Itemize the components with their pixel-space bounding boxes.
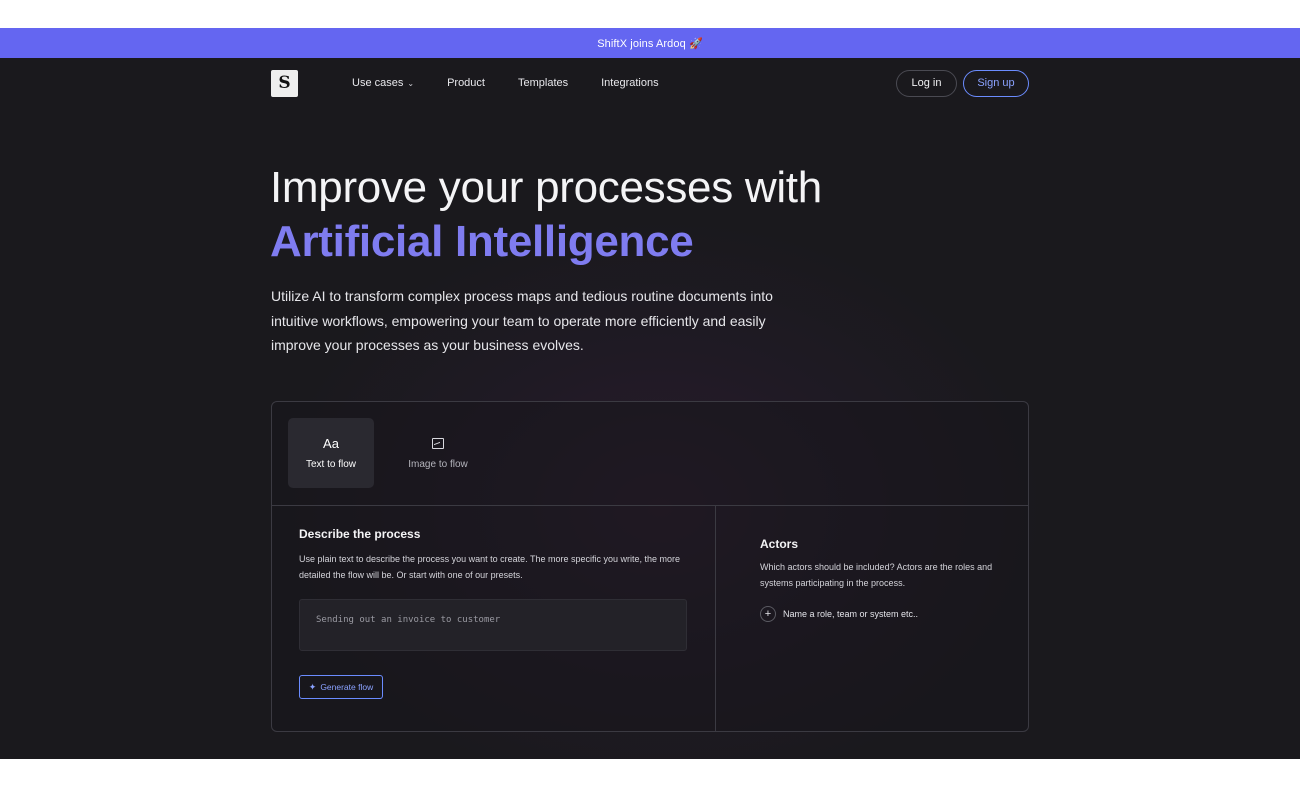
nav-links: Use cases ⌄ Product Templates Integratio… — [352, 77, 692, 89]
chevron-down-icon: ⌄ — [407, 78, 415, 88]
nav-link-product[interactable]: Product — [447, 77, 485, 89]
card-divider-horizontal — [272, 505, 1028, 506]
tab-label: Text to flow — [305, 458, 357, 470]
process-description-input[interactable]: Sending out an invoice to customer — [299, 599, 687, 651]
describe-pane: Describe the process Use plain text to d… — [299, 527, 699, 583]
generate-flow-button[interactable]: ✦ Generate flow — [299, 675, 383, 699]
auth-buttons: Log in Sign up — [896, 69, 1029, 97]
actors-title: Actors — [760, 537, 799, 551]
hero-title: Improve your processes with Artificial I… — [270, 161, 822, 269]
login-button[interactable]: Log in — [896, 69, 957, 97]
nav-link-use-cases[interactable]: Use cases ⌄ — [352, 77, 414, 89]
announcement-banner[interactable]: ShiftX joins Ardoq 🚀 — [0, 28, 1300, 58]
mode-tabs: Aa Text to flow Image to flow — [288, 418, 481, 488]
logo[interactable]: S — [271, 69, 298, 97]
add-actor-button[interactable]: + Name a role, team or system etc.. — [760, 606, 918, 622]
nav-link-templates[interactable]: Templates — [518, 77, 568, 89]
tab-image-to-flow[interactable]: Image to flow — [395, 418, 481, 488]
nav-link-label: Product — [447, 77, 485, 89]
plus-icon: + — [760, 606, 776, 622]
signup-button[interactable]: Sign up — [963, 69, 1029, 97]
card-divider-vertical — [715, 506, 716, 731]
generate-label: Generate flow — [320, 682, 374, 692]
text-aa-icon: Aa — [323, 436, 339, 451]
tab-text-to-flow[interactable]: Aa Text to flow — [288, 418, 374, 488]
tab-label: Image to flow — [408, 458, 468, 470]
nav-link-label: Integrations — [601, 77, 659, 89]
nav-link-label: Use cases — [352, 77, 404, 89]
actors-pane: Actors Which actors should be included? … — [760, 537, 1010, 591]
describe-title: Describe the process — [299, 527, 421, 541]
actors-description: Which actors should be included? Actors … — [760, 562, 993, 588]
image-icon — [432, 437, 444, 451]
hero-title-line1: Improve your processes with — [270, 163, 822, 212]
hero-description: Utilize AI to transform complex process … — [271, 288, 773, 353]
describe-description: Use plain text to describe the process y… — [299, 554, 681, 580]
flow-generator-card: Aa Text to flow Image to flow Describe t… — [271, 401, 1029, 732]
nav-link-label: Templates — [517, 77, 569, 89]
hero-title-accent: Artificial Intelligence — [270, 217, 694, 266]
page-frame: ShiftX joins Ardoq 🚀 S Use cases ⌄ Produ… — [0, 28, 1300, 759]
logo-letter: S — [278, 73, 291, 93]
banner-text[interactable]: ShiftX joins Ardoq 🚀 — [597, 37, 703, 50]
nav-link-integrations[interactable]: Integrations — [601, 77, 658, 89]
add-actor-label: Name a role, team or system etc.. — [783, 609, 919, 619]
sparkle-icon: ✦ — [308, 681, 317, 692]
top-nav: S Use cases ⌄ Product Templates Integrat… — [271, 69, 1029, 97]
